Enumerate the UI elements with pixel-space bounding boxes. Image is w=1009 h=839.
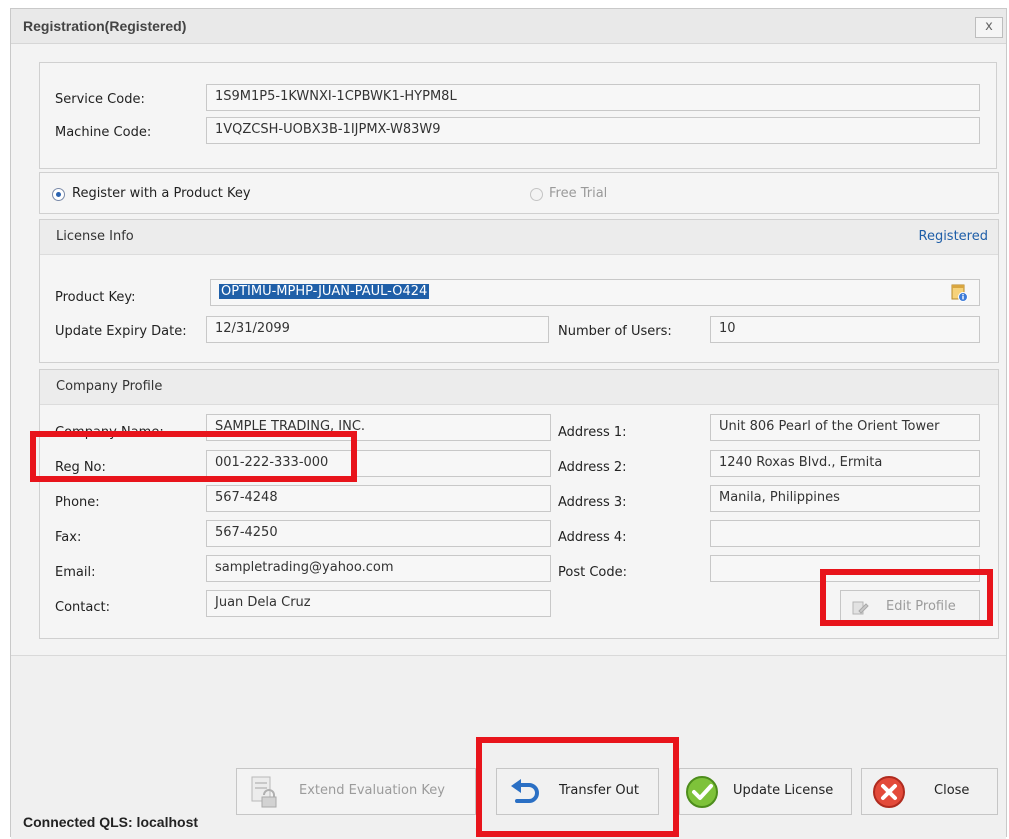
title-bar: Registration(Registered) x xyxy=(11,9,1006,44)
address3-field[interactable]: Manila, Philippines xyxy=(710,485,980,512)
contact-field[interactable]: Juan Dela Cruz xyxy=(206,590,551,617)
dialog-body: Service Code: 1S9M1P5-1KWNXI-1CPBWK1-HYP… xyxy=(11,44,1006,654)
fax-label: Fax: xyxy=(55,530,82,545)
address2-label: Address 2: xyxy=(558,460,627,475)
edit-profile-highlight xyxy=(820,569,993,626)
codes-group: Service Code: 1S9M1P5-1KWNXI-1CPBWK1-HYP… xyxy=(39,62,997,169)
product-key-info-icon[interactable] xyxy=(950,284,968,302)
address4-field[interactable] xyxy=(710,520,980,547)
license-status: Registered xyxy=(918,229,989,244)
lock-document-icon xyxy=(249,775,279,813)
address3-label: Address 3: xyxy=(558,495,627,510)
fax-field[interactable]: 567-4250 xyxy=(206,520,551,547)
contact-label: Contact: xyxy=(55,600,110,615)
free-trial-radio[interactable] xyxy=(530,188,543,201)
license-info-title: License Info xyxy=(56,229,134,244)
product-key-value: OPTIMU-MPHP-JUAN-PAUL-O424 xyxy=(219,284,430,299)
registration-window: Registration(Registered) x Service Code:… xyxy=(10,8,1007,839)
number-of-users-label: Number of Users: xyxy=(558,324,672,339)
update-expiry-label: Update Expiry Date: xyxy=(55,324,187,339)
address4-label: Address 4: xyxy=(558,530,627,545)
extend-evaluation-button[interactable]: Extend Evaluation Key xyxy=(236,768,476,815)
close-button[interactable]: Close xyxy=(861,768,998,815)
extend-evaluation-label: Extend Evaluation Key xyxy=(299,783,445,798)
machine-code-label: Machine Code: xyxy=(55,125,152,140)
service-code-field[interactable]: 1S9M1P5-1KWNXI-1CPBWK1-HYPM8L xyxy=(206,84,980,111)
product-key-label: Product Key: xyxy=(55,290,136,305)
phone-field[interactable]: 567-4248 xyxy=(206,485,551,512)
product-key-radio[interactable] xyxy=(52,188,65,201)
service-code-label: Service Code: xyxy=(55,92,145,107)
post-code-label: Post Code: xyxy=(558,565,627,580)
update-license-label: Update License xyxy=(733,783,834,798)
reg-no-highlight xyxy=(30,431,357,482)
phone-label: Phone: xyxy=(55,495,100,510)
email-label: Email: xyxy=(55,565,96,580)
address1-label: Address 1: xyxy=(558,425,627,440)
license-info-header: License Info Registered xyxy=(40,220,998,255)
number-of-users-field[interactable]: 10 xyxy=(710,316,980,343)
free-trial-option-label[interactable]: Free Trial xyxy=(549,186,607,201)
close-label: Close xyxy=(934,783,970,798)
machine-code-field[interactable]: 1VQZCSH-UOBX3B-1IJPMX-W83W9 xyxy=(206,117,980,144)
red-x-icon xyxy=(872,775,906,813)
product-key-field[interactable]: OPTIMU-MPHP-JUAN-PAUL-O424 xyxy=(210,279,980,306)
company-profile-header: Company Profile xyxy=(40,370,998,405)
green-check-icon xyxy=(685,775,719,813)
registration-mode-group: Register with a Product Key Free Trial xyxy=(39,172,999,214)
address2-field[interactable]: 1240 Roxas Blvd., Ermita xyxy=(710,450,980,477)
license-info-group: License Info Registered Product Key: OPT… xyxy=(39,219,999,363)
window-close-button[interactable]: x xyxy=(975,17,1003,38)
window-title: Registration(Registered) xyxy=(23,18,187,34)
company-profile-title: Company Profile xyxy=(56,379,163,394)
email-field[interactable]: sampletrading@yahoo.com xyxy=(206,555,551,582)
address1-field[interactable]: Unit 806 Pearl of the Orient Tower xyxy=(710,414,980,441)
update-license-button[interactable]: Update License xyxy=(679,768,852,815)
connection-status: Connected QLS: localhost xyxy=(23,814,199,830)
update-expiry-field[interactable]: 12/31/2099 xyxy=(206,316,549,343)
transfer-out-highlight xyxy=(476,737,679,837)
product-key-option-label[interactable]: Register with a Product Key xyxy=(72,186,251,201)
